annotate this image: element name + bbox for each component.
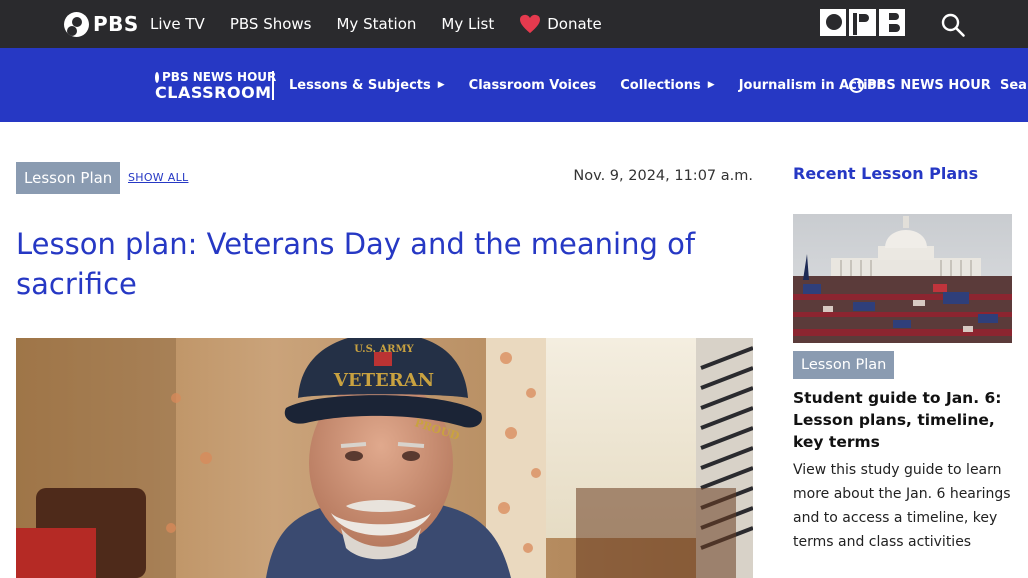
- card-title[interactable]: Student guide to Jan. 6: Lesson plans, t…: [793, 387, 1015, 453]
- hero-image-veteran: VETERAN PROUD U.S. ARMY: [16, 338, 753, 578]
- recent-lesson-plans-heading: Recent Lesson Plans: [793, 164, 979, 183]
- nav-live-tv[interactable]: Live TV: [150, 15, 205, 33]
- capitol-photo: [793, 214, 1012, 343]
- veteran-photo: VETERAN PROUD U.S. ARMY: [16, 338, 753, 578]
- opb-logo-p: [849, 9, 876, 36]
- pbs-newshour-logo[interactable]: PBS NEWS HOUR: [849, 78, 991, 93]
- article-category-tag[interactable]: Lesson Plan: [16, 162, 121, 194]
- top-nav: Live TV PBS Shows My Station My List Don…: [150, 0, 627, 48]
- newshour-classroom-logo[interactable]: PBS NEWS HOUR CLASSROOM: [155, 71, 276, 102]
- nav-lessons-subjects-label: Lessons & Subjects: [289, 77, 431, 93]
- article-headline: Lesson plan: Veterans Day and the meanin…: [16, 227, 696, 301]
- opb-logo-o: [820, 9, 847, 36]
- heart-icon: [520, 14, 541, 34]
- caret-right-icon: ▶: [437, 80, 445, 90]
- nav-pbs-shows[interactable]: PBS Shows: [230, 15, 312, 33]
- cap-veteran-text: VETERAN: [333, 370, 434, 391]
- nav-classroom-voices[interactable]: Classroom Voices: [469, 78, 597, 93]
- nav-my-list[interactable]: My List: [441, 15, 494, 33]
- opb-logo[interactable]: [820, 9, 905, 36]
- nav-classroom-voices-label: Classroom Voices: [468, 77, 597, 93]
- pbs-logo-text: PBS: [93, 12, 139, 36]
- pbs-circle-icon: [155, 72, 159, 83]
- classroom-nav-bar: PBS NEWS HOUR CLASSROOM Lessons & Subjec…: [0, 48, 1028, 122]
- pbs-top-bar: PBS Live TV PBS Shows My Station My List…: [0, 0, 1028, 48]
- logo-divider: [272, 71, 274, 100]
- nav-lessons-subjects[interactable]: Lessons & Subjects ▶: [289, 78, 445, 93]
- classroom-nav: Lessons & Subjects ▶ Classroom Voices Co…: [289, 48, 910, 122]
- nav-collections-label: Collections: [620, 77, 701, 93]
- pbs-circle-icon: [849, 78, 864, 93]
- card-description: View this study guide to learn more abou…: [793, 462, 1011, 550]
- donate-button[interactable]: Donate: [519, 14, 602, 34]
- logo-line-2: CLASSROOM: [155, 83, 272, 102]
- newshour-logo-text: PBS NEWS HOUR: [867, 78, 991, 93]
- search-link[interactable]: Sear: [1000, 78, 1028, 93]
- show-all-link[interactable]: SHOW ALL: [128, 171, 188, 184]
- search-icon[interactable]: [940, 12, 966, 38]
- nav-collections[interactable]: Collections ▶: [620, 78, 714, 93]
- pbs-logo[interactable]: PBS: [64, 11, 139, 37]
- opb-logo-b: [878, 9, 905, 36]
- caret-right-icon: ▶: [707, 80, 715, 90]
- donate-label: Donate: [547, 15, 602, 33]
- cap-emblem: [374, 352, 392, 366]
- pbs-head-icon: [64, 11, 89, 37]
- card-image-capitol[interactable]: [793, 214, 1012, 343]
- nav-my-station[interactable]: My Station: [336, 15, 416, 33]
- card-category-tag[interactable]: Lesson Plan: [793, 351, 895, 379]
- article-date: Nov. 9, 2024, 11:07 a.m.: [573, 168, 753, 184]
